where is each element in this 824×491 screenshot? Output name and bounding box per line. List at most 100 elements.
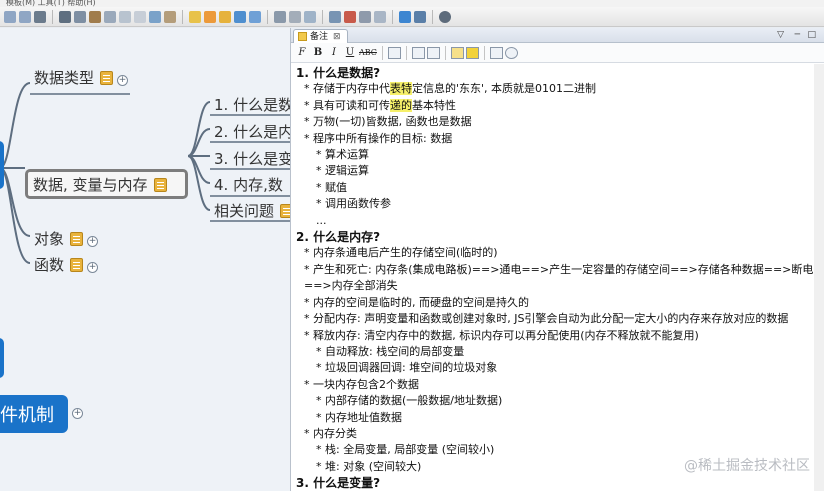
- note-subitem: * 内部存储的数据(一般数据/地址数据): [316, 394, 503, 408]
- indent-decrease-icon[interactable]: [411, 46, 425, 59]
- attachment-icon[interactable]: [289, 10, 301, 23]
- expand-icon[interactable]: +: [87, 262, 99, 273]
- note-icon[interactable]: [70, 258, 84, 272]
- note-item: * 内存分类: [304, 426, 357, 440]
- child-node-3[interactable]: 3. 什么是变: [214, 148, 290, 169]
- minimize-icon[interactable]: ─: [795, 30, 800, 40]
- node-object[interactable]: 对象 +: [34, 228, 99, 249]
- note-subitem: * 内存地址值数据: [316, 410, 402, 424]
- expand-icon[interactable]: +: [117, 75, 129, 86]
- brush-icon[interactable]: [89, 10, 101, 23]
- note-content[interactable]: 1. 什么是数据? * 存储于内存中代表特定信息的'东东', 本质就是0101二…: [296, 65, 820, 491]
- note-heading-2: 2. 什么是内存?: [296, 230, 381, 245]
- note-subitem: * 逻辑运算: [316, 164, 369, 178]
- highlight-icon[interactable]: [465, 46, 479, 59]
- notes-tab[interactable]: 备注 ⊠: [293, 29, 348, 43]
- toolbar-divider: [182, 9, 183, 24]
- view-menu-icon[interactable]: ▽: [777, 30, 784, 40]
- note-item: * 内存条通电后产生的存储空间(临时的): [304, 246, 498, 260]
- underline-button[interactable]: U: [343, 45, 357, 60]
- lightbulb-icon[interactable]: [189, 10, 201, 23]
- smiley-icon[interactable]: [204, 10, 216, 23]
- insert-link-icon[interactable]: [504, 46, 518, 59]
- link-icon[interactable]: [274, 10, 286, 23]
- node-data-types[interactable]: 数据类型 +: [34, 67, 129, 88]
- insert-image-icon[interactable]: [489, 46, 503, 59]
- expand-icon[interactable]: +: [87, 236, 99, 247]
- node-function[interactable]: 函数 +: [34, 254, 99, 275]
- note-icon[interactable]: [280, 204, 290, 218]
- grid-icon[interactable]: [104, 10, 116, 23]
- page-icon[interactable]: [119, 10, 131, 23]
- insert-icon[interactable]: [74, 10, 86, 23]
- note-icon-tool[interactable]: [249, 10, 261, 23]
- root-node-partial[interactable]: [0, 141, 4, 189]
- clock-icon[interactable]: [359, 10, 371, 23]
- share-icon[interactable]: [414, 10, 426, 23]
- indent-increase-icon[interactable]: [426, 46, 440, 59]
- play-icon[interactable]: [59, 10, 71, 23]
- menu-bar[interactable]: 模板(M) 工具(T) 帮助(H): [0, 0, 824, 7]
- toolbar-divider: [322, 9, 323, 24]
- copy-icon[interactable]: [374, 10, 386, 23]
- window-icon[interactable]: [329, 10, 341, 23]
- toolbar-divider: [432, 9, 433, 24]
- undo-icon[interactable]: [4, 10, 16, 23]
- note-icon[interactable]: [70, 232, 84, 246]
- node-data-types-label: 数据类型: [34, 69, 95, 87]
- node-data-variable-memory[interactable]: 数据, 变量与内存: [33, 174, 167, 195]
- italic-button[interactable]: I: [327, 45, 341, 60]
- child-node-4[interactable]: 4. 内存,数: [214, 174, 283, 195]
- tag-icon[interactable]: [304, 10, 316, 23]
- note-subitem: * 垃圾回调器回调: 堆空间的垃圾对象: [316, 361, 498, 375]
- note-subitem: * 算术运算: [316, 148, 369, 162]
- bold-button[interactable]: B: [311, 45, 325, 60]
- notes-tab-icon: [298, 32, 307, 41]
- note-heading-3: 3. 什么是变量?: [296, 476, 381, 491]
- format-divider: [483, 45, 485, 60]
- event-mechanism-label: 件机制: [0, 405, 54, 426]
- close-icon[interactable]: ⊠: [333, 31, 341, 43]
- vertical-scrollbar[interactable]: [814, 64, 824, 491]
- text-color-icon[interactable]: [450, 46, 464, 59]
- maximize-icon[interactable]: □: [807, 30, 816, 40]
- note-item: * 具有可读和可传递的基本特性: [304, 98, 456, 112]
- child-node-2[interactable]: 2. 什么是内: [214, 121, 290, 142]
- notes-panel: 备注 ⊠ ▽ ─ □ F B I U ABC 1. 什么是数据? * 存储于内存…: [290, 28, 824, 491]
- calendar-icon[interactable]: [344, 10, 356, 23]
- flag-icon[interactable]: [234, 10, 246, 23]
- strikethrough-button[interactable]: ABC: [359, 45, 377, 60]
- doc-icon[interactable]: [134, 10, 146, 23]
- filter-icon[interactable]: [34, 10, 46, 23]
- node-function-label: 函数: [34, 256, 65, 274]
- globe-icon[interactable]: [149, 10, 161, 23]
- format-divider: [405, 45, 407, 60]
- note-item: * 释放内存: 清空内存中的数据, 标识内存可以再分配使用(内存不释放就不能复用…: [304, 328, 699, 342]
- note-icon[interactable]: [153, 178, 167, 192]
- trophy-icon[interactable]: [219, 10, 231, 23]
- note-icon[interactable]: [100, 71, 114, 85]
- sibling-node-partial[interactable]: [0, 338, 4, 378]
- notes-tab-label: 备注: [310, 31, 329, 42]
- format-divider: [444, 45, 446, 60]
- toolbar-divider: [392, 9, 393, 24]
- event-mechanism-node[interactable]: 件机制: [0, 395, 68, 433]
- panel-tab-bar: 备注 ⊠ ▽ ─ □: [291, 28, 824, 43]
- note-item: * 产生和死亡: 内存条(集成电路板)==>通电==>产生一定容量的存储空间==…: [304, 262, 814, 293]
- expand-event-icon[interactable]: +: [72, 408, 83, 419]
- node-object-label: 对象: [34, 230, 65, 248]
- note-item: * 存储于内存中代表特定信息的'东东', 本质就是0101二进制: [304, 82, 597, 96]
- cloud-icon[interactable]: [399, 10, 411, 23]
- format-divider: [381, 45, 383, 60]
- watermark: @稀土掘金技术社区: [684, 458, 810, 474]
- child-node-1[interactable]: 1. 什么是数: [214, 94, 290, 115]
- note-item: * 分配内存: 声明变量和函数或创建对象时, JS引擎会自动为此分配一定大小的内…: [304, 312, 789, 326]
- font-button[interactable]: F: [295, 45, 309, 60]
- mindmap-canvas[interactable]: 件机制 + 数据类型 + 数据, 变量与内存 对象 + 函数 + 1. 什么是数 2.…: [0, 28, 290, 491]
- gear-icon[interactable]: [439, 10, 451, 23]
- note-item: * 内存的空间是临时的, 而硬盘的空间是持久的: [304, 295, 529, 309]
- image-icon[interactable]: [164, 10, 176, 23]
- child-node-related[interactable]: 相关问题: [214, 200, 274, 221]
- align-icon[interactable]: [387, 46, 401, 59]
- redo-icon[interactable]: [19, 10, 31, 23]
